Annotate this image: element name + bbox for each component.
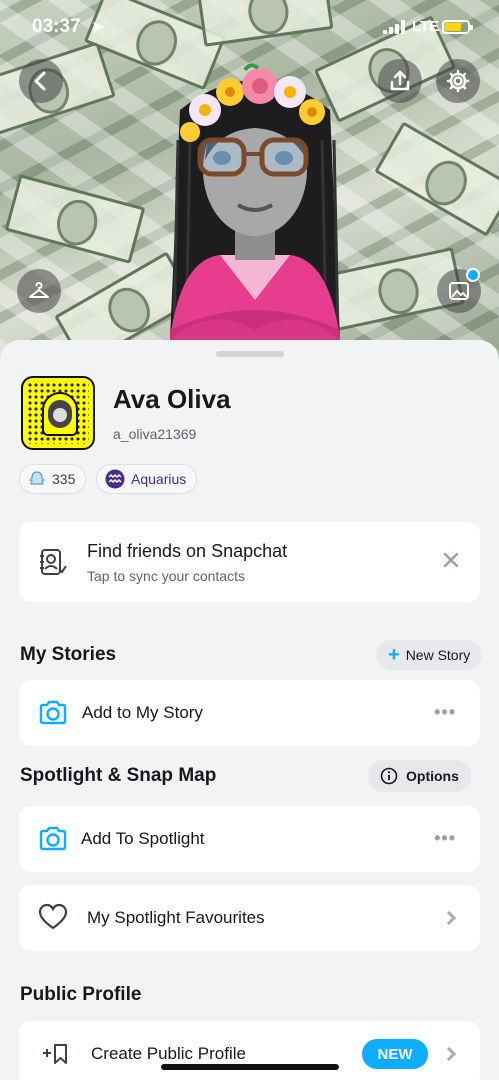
- photo-icon: [449, 282, 469, 300]
- zodiac-chip[interactable]: Aquarius: [96, 464, 198, 494]
- zodiac-label: Aquarius: [131, 471, 187, 487]
- notification-dot: [466, 268, 480, 282]
- add-to-spotlight-row[interactable]: Add To Spotlight •••: [19, 806, 480, 872]
- add-to-spotlight-label: Add To Spotlight: [81, 829, 205, 848]
- spotlight-favourites-label: My Spotlight Favourites: [87, 908, 265, 927]
- create-public-profile-label: Create Public Profile: [91, 1044, 246, 1063]
- find-friends-card[interactable]: Find friends on Snapchat Tap to sync you…: [19, 522, 480, 602]
- back-button[interactable]: [19, 59, 63, 103]
- bitmoji-avatar[interactable]: [150, 40, 360, 360]
- battery-icon: [442, 20, 473, 34]
- new-badge: NEW: [362, 1039, 428, 1069]
- add-bookmark-icon: [41, 1043, 69, 1070]
- camera-icon: [37, 697, 69, 734]
- home-indicator: [161, 1064, 339, 1070]
- network-label: LTE: [412, 18, 440, 35]
- display-name: Ava Oliva: [113, 384, 231, 414]
- snap-score-icon: [28, 470, 46, 488]
- options-label: Options: [406, 768, 459, 784]
- chevron-right-icon: [441, 910, 457, 926]
- hanger-icon: [29, 282, 49, 298]
- signal-icon: [383, 20, 409, 34]
- create-public-profile-row[interactable]: Create Public Profile NEW: [19, 1021, 480, 1080]
- snap-score-value: 335: [52, 471, 76, 487]
- spotlight-favourites-row[interactable]: My Spotlight Favourites: [19, 885, 480, 951]
- options-button[interactable]: Options: [368, 760, 471, 792]
- snapcode[interactable]: [21, 376, 95, 450]
- sheet-grabber[interactable]: [216, 351, 284, 357]
- more-icon[interactable]: •••: [434, 828, 456, 849]
- spotlight-title: Spotlight & Snap Map: [20, 765, 217, 786]
- profile-sheet: Ava Oliva a_oliva21369 335 Aquarius Find…: [0, 340, 499, 1080]
- close-icon: [443, 552, 459, 568]
- status-bar: 03:37 ➤ LTE: [0, 14, 499, 42]
- heart-icon: [38, 903, 68, 936]
- profile-banner: 03:37 ➤ LTE: [0, 0, 499, 360]
- more-icon[interactable]: •••: [434, 702, 456, 723]
- find-friends-subtitle: Tap to sync your contacts: [87, 568, 245, 584]
- aquarius-icon: [105, 469, 125, 489]
- contacts-icon: [37, 547, 67, 582]
- share-button[interactable]: [378, 59, 422, 103]
- plus-icon: +: [388, 644, 400, 666]
- gear-icon: [446, 69, 470, 93]
- add-to-my-story-row[interactable]: Add to My Story •••: [19, 680, 480, 746]
- dismiss-button[interactable]: [442, 551, 460, 574]
- snap-score-chip[interactable]: 335: [19, 464, 87, 494]
- info-icon: [380, 767, 398, 785]
- chevron-right-icon: [441, 1046, 457, 1062]
- new-story-label: New Story: [405, 647, 471, 663]
- location-arrow-icon: ➤: [91, 19, 105, 36]
- username: a_oliva21369: [113, 426, 197, 442]
- back-icon: [34, 71, 46, 91]
- find-friends-title: Find friends on Snapchat: [87, 541, 288, 561]
- public-profile-title: Public Profile: [20, 984, 142, 1005]
- outfit-button[interactable]: [17, 269, 61, 313]
- share-icon: [390, 70, 410, 91]
- status-time: 03:37: [32, 16, 81, 37]
- camera-icon: [37, 823, 69, 860]
- my-stories-title: My Stories: [20, 644, 117, 665]
- new-story-button[interactable]: + New Story: [376, 640, 483, 670]
- settings-button[interactable]: [436, 59, 480, 103]
- add-to-my-story-label: Add to My Story: [82, 703, 203, 722]
